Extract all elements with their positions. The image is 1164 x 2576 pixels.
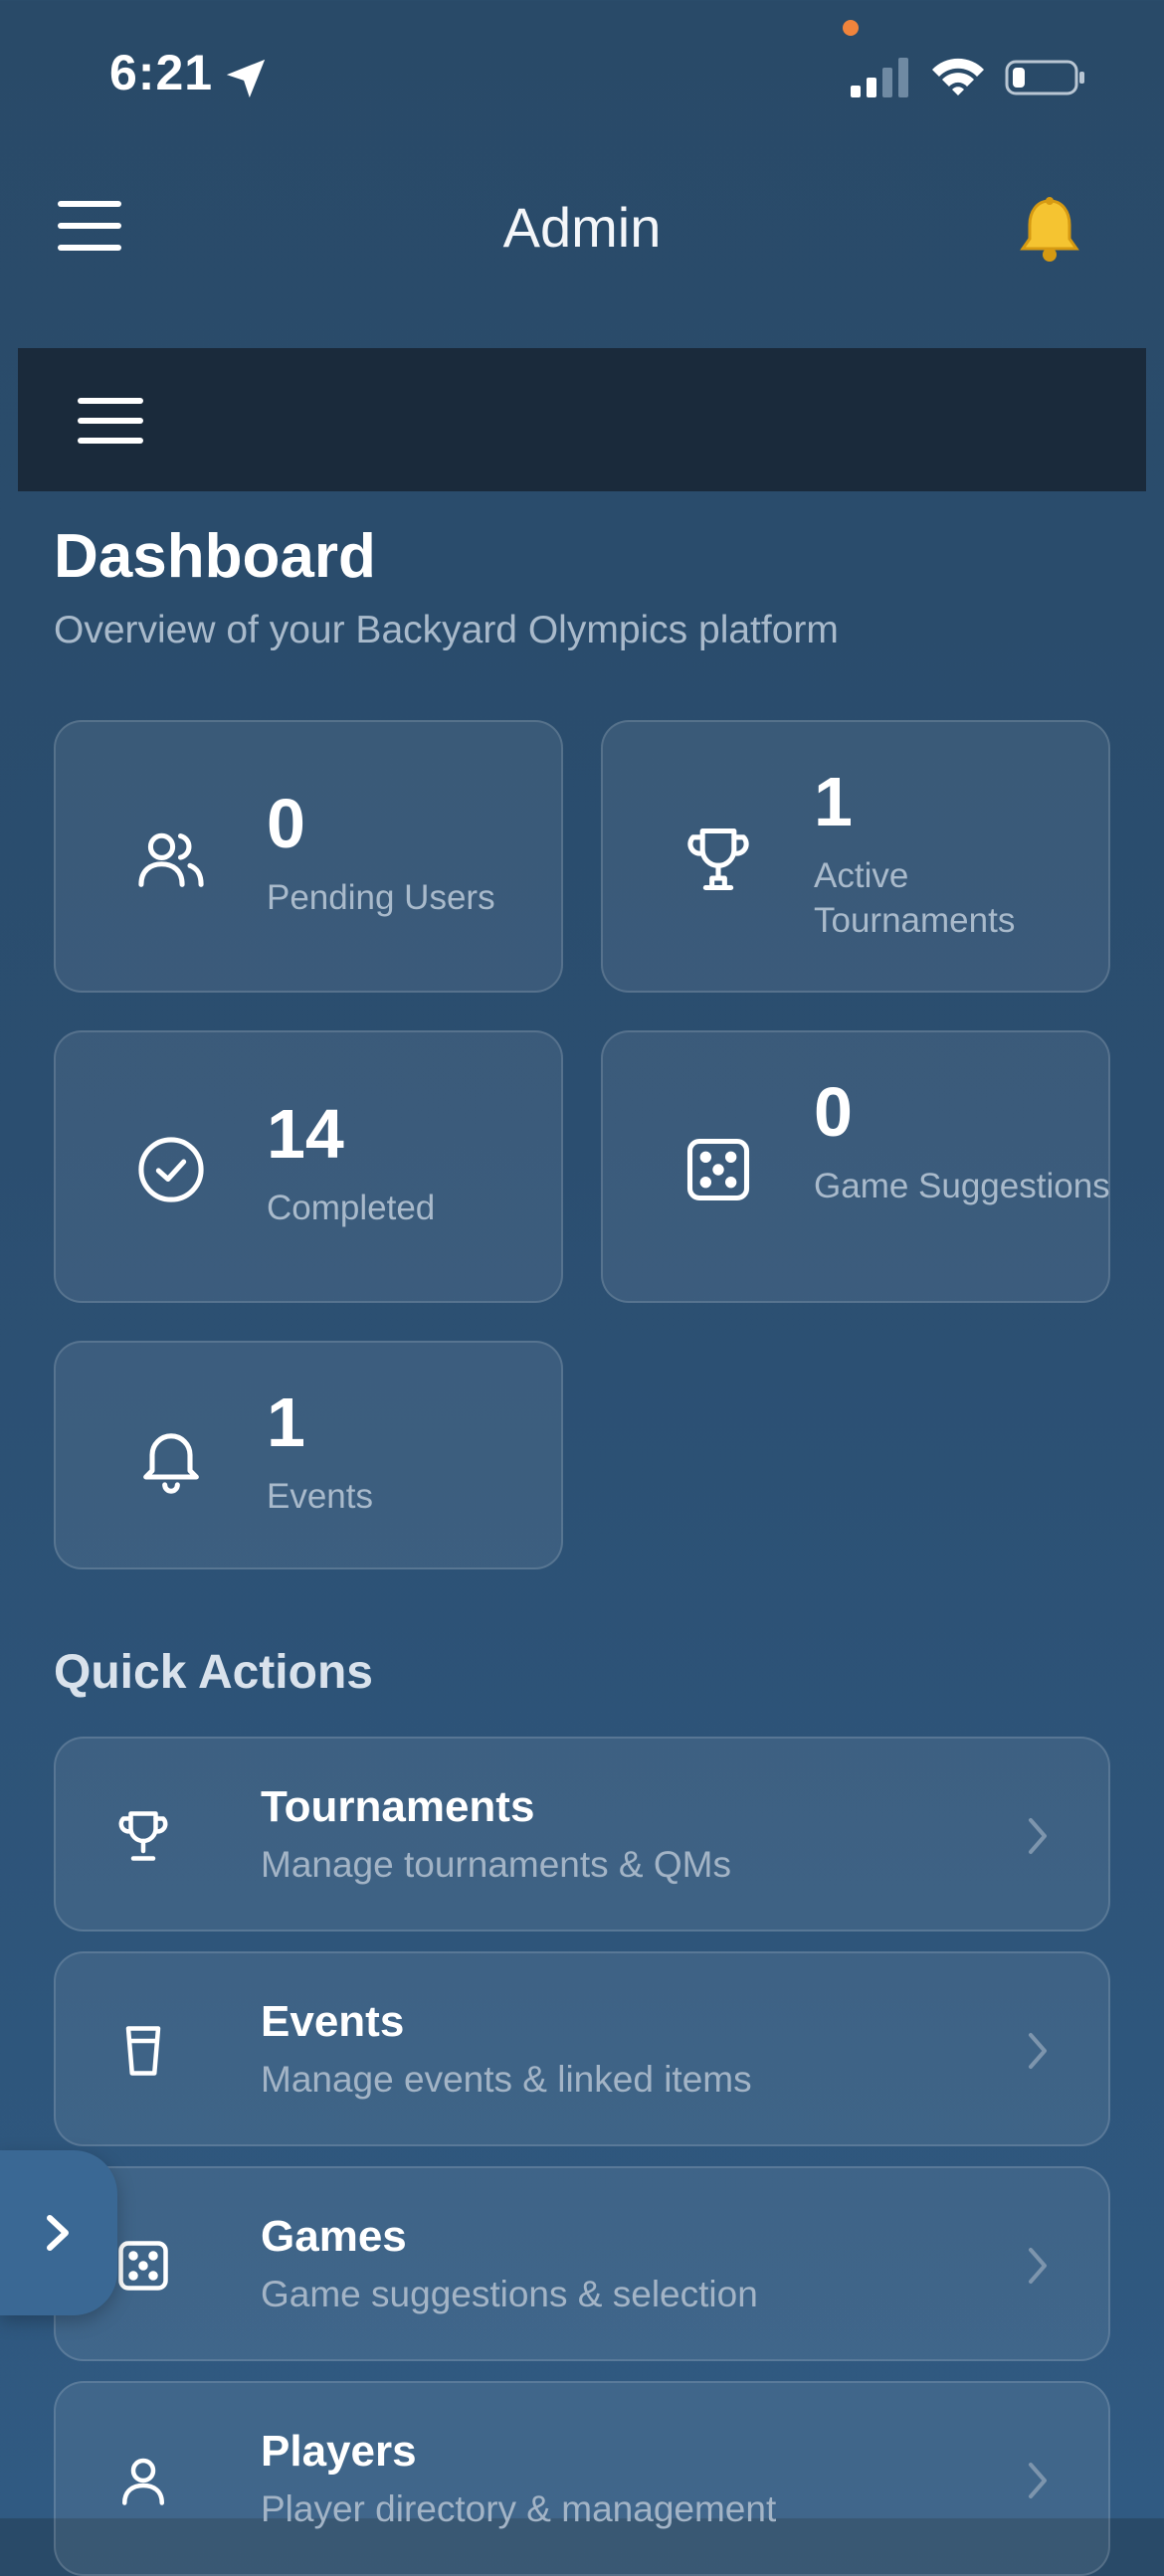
stat-card-completed[interactable]: 14 Completed [54,1030,563,1303]
user-icon [122,2458,164,2505]
status-time: 6:21 [109,45,214,100]
quick-action-players[interactable]: Players Player directory & management [54,2381,1110,2576]
chevron-right-icon [1029,2463,1047,2498]
sidebar-toggle-icon[interactable] [78,396,143,446]
quick-action-subtitle: Manage events & linked items [261,2059,752,2100]
stat-value: 1 [267,1383,305,1461]
stat-card-pending-users[interactable]: 0 Pending Users [54,720,563,993]
stat-value: 1 [814,763,853,840]
stat-value: 14 [267,1095,344,1173]
location-arrow-icon [226,59,266,98]
users-icon [138,832,204,887]
quick-action-subtitle: Manage tournaments & QMs [261,1844,731,1885]
trophy-icon [118,1811,168,1861]
quick-action-tournaments[interactable]: Tournaments Manage tournaments & QMs [54,1737,1110,1932]
quick-action-games[interactable]: Games Game suggestions & selection [54,2166,1110,2361]
stat-label: Game Suggestions [814,1167,1110,1205]
chevron-right-icon [1029,2248,1047,2284]
chevron-right-icon [1029,1818,1047,1854]
side-drawer-toggle-button[interactable] [0,2150,117,2315]
dice-icon [118,2241,168,2291]
stat-label: Completed [267,1189,436,1227]
wifi-icon [932,58,984,95]
stat-card-game-suggestions[interactable]: 0 Game Suggestions [601,1030,1110,1303]
quick-action-events[interactable]: Events Manage events & linked items [54,1951,1110,2146]
stat-value: 0 [814,1073,853,1151]
quick-action-subtitle: Player directory & management [261,2488,777,2529]
quick-action-title: Events [261,1997,405,2046]
stat-card-events[interactable]: 1 Events [54,1341,563,1569]
stat-card-active-tournaments[interactable]: 1 Active Tournaments [601,720,1110,993]
notifications-bell-icon[interactable] [1015,195,1084,265]
header-title: Admin [502,196,662,259]
check-circle-icon [138,1137,204,1202]
battery-icon [1005,60,1084,95]
privacy-indicator-dot [843,20,859,36]
secondary-nav-bar [18,348,1146,491]
quick-action-subtitle: Game suggestions & selection [261,2274,758,2314]
dice-icon [686,1138,750,1201]
quick-action-title: Players [261,2427,417,2476]
cup-icon [125,2026,161,2076]
page-title: Dashboard [54,522,376,591]
bell-icon [143,1433,199,1494]
cellular-signal-icon [851,58,908,97]
trophy-icon [687,828,749,891]
chevron-right-icon [1029,2033,1047,2069]
chevron-right-icon [47,2215,69,2251]
stat-value: 0 [267,785,305,862]
quick-actions-title: Quick Actions [54,1646,373,1699]
stat-label: Pending Users [267,878,495,917]
quick-action-title: Games [261,2212,407,2261]
page-subtitle: Overview of your Backyard Olympics platf… [54,609,839,651]
stat-label: Events [267,1477,373,1516]
stat-label: Active Tournaments [814,856,1016,940]
quick-action-title: Tournaments [261,1782,535,1831]
